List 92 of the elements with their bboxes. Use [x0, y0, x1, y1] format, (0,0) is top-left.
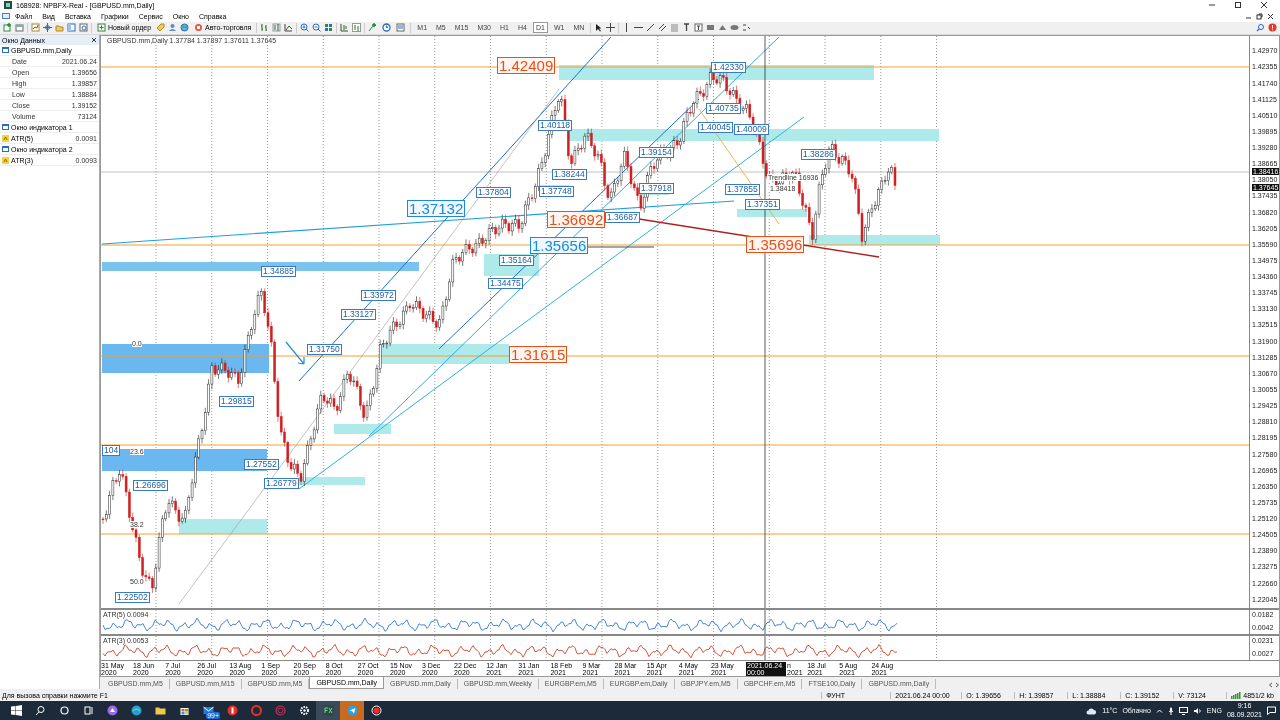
cloud-icon [1086, 706, 1098, 715]
trendline-icon[interactable] [646, 23, 656, 33]
price-label: 1.40045 [698, 122, 733, 133]
alert-icon[interactable] [1268, 23, 1277, 33]
price-label: 104 [102, 445, 121, 456]
ellipse-icon[interactable] [730, 23, 740, 33]
gear-icon[interactable] [298, 705, 310, 716]
price-label: 1.37804 [476, 187, 511, 198]
chart-icon[interactable] [31, 23, 40, 33]
price-label: 1.36687 [605, 212, 640, 223]
price-label: 1.40118 [538, 120, 573, 131]
windows-logo-icon[interactable] [10, 705, 22, 716]
connection-bars-icon [1231, 691, 1242, 699]
price-label: 1.37918 [639, 183, 674, 194]
ring-app-icon[interactable] [250, 705, 262, 716]
app-logo-icon [4, 1, 12, 10]
round-app-icon[interactable] [106, 705, 118, 716]
price-label: 1.37855 [725, 184, 760, 195]
cursor-icon[interactable] [594, 23, 604, 33]
scroll-left-icon[interactable] [1268, 681, 1274, 690]
price-label: 1.22502 [115, 592, 150, 603]
robot-icon [194, 23, 204, 33]
person-icon[interactable] [168, 23, 178, 33]
autoscroll-icon[interactable] [352, 23, 362, 33]
channel-icon[interactable] [658, 23, 668, 33]
window-icon[interactable] [15, 23, 24, 33]
search-icon[interactable] [34, 705, 46, 716]
terminal-app-icon[interactable] [322, 705, 334, 716]
microphone-icon[interactable] [1167, 706, 1174, 715]
price-label: 1.31615 [509, 346, 568, 364]
close-icon[interactable] [1267, 12, 1274, 20]
tile-windows-icon[interactable] [324, 23, 334, 33]
price-label: 1.40735 [706, 103, 741, 114]
price-label: 1.26696 [133, 480, 168, 491]
folder-icon[interactable] [154, 705, 166, 716]
price-label: 1.27552 [244, 459, 279, 470]
ring-app-icon[interactable] [274, 705, 286, 716]
price-label: 1.36692 [547, 211, 606, 229]
wave-app-icon[interactable] [130, 705, 142, 716]
price-label: 1.33972 [361, 290, 396, 301]
price-label: 1.38286 [801, 149, 836, 160]
indicator-icon [2, 134, 9, 142]
price-label: 1.26779 [264, 478, 299, 489]
zoom-in-icon[interactable] [300, 23, 310, 33]
close-icon[interactable] [91, 37, 97, 44]
candle-chart-icon[interactable] [272, 23, 282, 33]
price-label: 1.35656 [530, 237, 589, 255]
speaker-icon[interactable] [1192, 706, 1202, 715]
price-label: 1.38244 [552, 169, 587, 180]
template-icon[interactable] [396, 23, 408, 33]
price-label: 1.29815 [219, 396, 254, 407]
price-label: 1.34475 [488, 278, 523, 289]
indicator-icon [2, 156, 9, 164]
price-label: 1.42330 [711, 62, 746, 73]
maximize-icon[interactable] [1234, 1, 1242, 10]
add-chart-icon[interactable] [3, 23, 12, 33]
task-view-icon[interactable] [82, 705, 94, 716]
caret-up-icon[interactable] [1155, 707, 1163, 714]
line-chart-icon[interactable] [284, 23, 294, 33]
price-label: 1.37132 [407, 200, 466, 218]
price-label: 1.40009 [734, 124, 769, 135]
price-label: 1.33127 [341, 309, 376, 320]
price-label: 1.39154 [639, 147, 674, 158]
text-label-icon[interactable] [694, 23, 704, 33]
clock-icon[interactable] [382, 23, 394, 33]
price-label: 1.37351 [745, 199, 780, 210]
price-label: 1.35164 [499, 255, 534, 266]
crosshair-icon[interactable] [606, 23, 616, 33]
chart-window-icon [2, 12, 10, 21]
price-label: 1.34885 [261, 266, 296, 277]
price-label: 1.42409 [497, 57, 556, 75]
circle-icon[interactable] [58, 705, 70, 716]
paper-plane-icon[interactable] [346, 705, 358, 716]
round-app-icon[interactable] [226, 705, 238, 716]
notification-icon[interactable] [1267, 706, 1276, 715]
rectangle-icon[interactable] [706, 23, 716, 33]
globe-icon[interactable] [180, 23, 190, 33]
restore-icon[interactable] [1256, 12, 1263, 20]
bag-icon[interactable] [178, 705, 190, 716]
bar-chart-icon[interactable] [260, 23, 270, 33]
scroll-right-icon[interactable] [1274, 681, 1280, 690]
network-icon[interactable] [1178, 706, 1188, 715]
zoom-out-icon[interactable] [312, 23, 322, 33]
price-label: 1.37748 [539, 186, 574, 197]
close-icon[interactable] [1260, 1, 1268, 10]
crosshair-move-icon[interactable] [43, 23, 52, 33]
price-label: 1.31750 [307, 344, 342, 355]
zoom-window-icon[interactable] [79, 23, 88, 33]
triangle-icon[interactable] [718, 23, 728, 33]
text-icon[interactable] [682, 23, 692, 33]
price-label: 1.35696 [746, 236, 805, 254]
record-icon[interactable] [370, 705, 382, 716]
